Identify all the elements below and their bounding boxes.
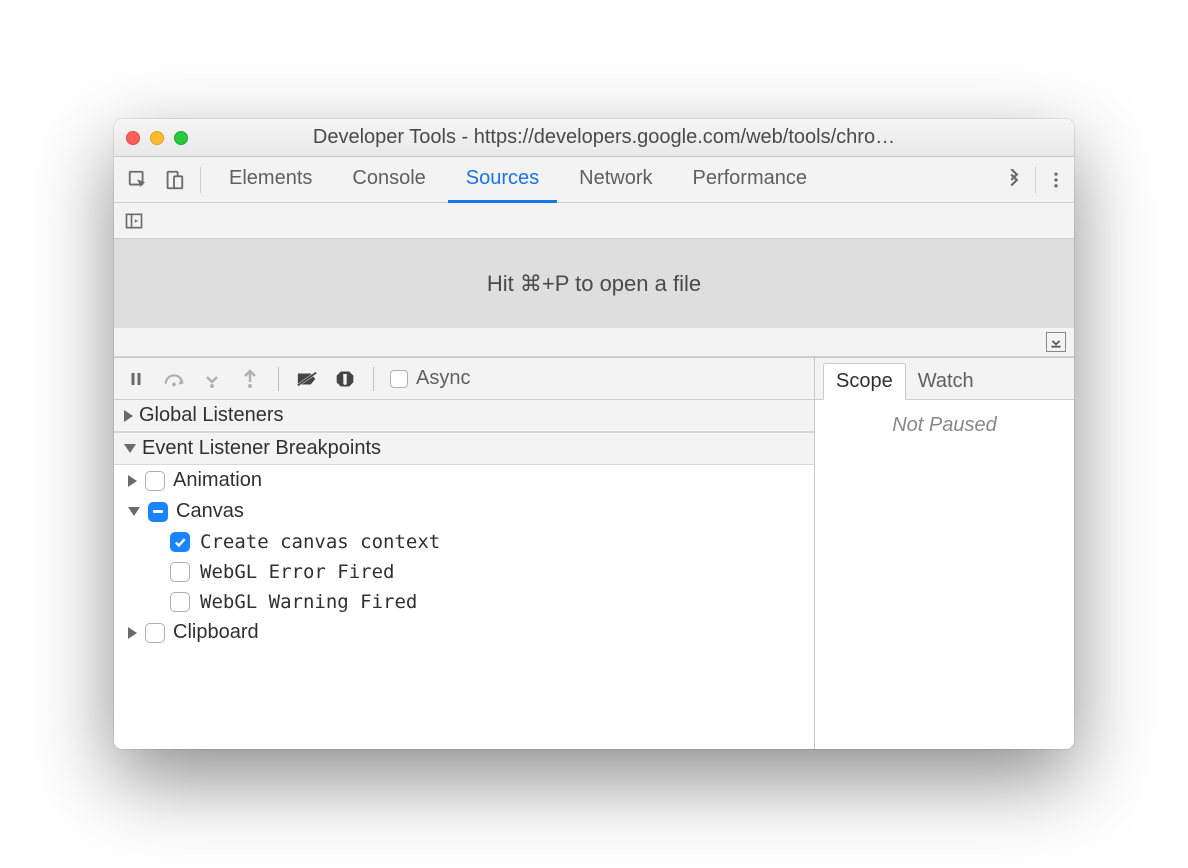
- animation-checkbox[interactable]: [145, 471, 165, 491]
- tab-watch[interactable]: Watch: [906, 364, 986, 399]
- breakpoint-create-canvas-context[interactable]: Create canvas context: [114, 527, 814, 557]
- right-tabs: Scope Watch: [815, 358, 1074, 400]
- async-checkbox[interactable]: [390, 370, 408, 388]
- zoom-window-button[interactable]: [174, 131, 188, 145]
- async-checkbox-group[interactable]: Async: [390, 367, 470, 390]
- category-label: Canvas: [176, 500, 244, 523]
- editor-hint-area: Hit ⌘+P to open a file: [114, 239, 1074, 357]
- minimize-window-button[interactable]: [150, 131, 164, 145]
- step-over-icon[interactable]: [162, 367, 186, 391]
- clipboard-checkbox[interactable]: [145, 623, 165, 643]
- device-toggle-icon[interactable]: [158, 164, 190, 196]
- sources-subtoolbar: [114, 203, 1074, 239]
- breakpoints-tree: Global Listeners Event Listener Breakpoi…: [114, 400, 814, 749]
- debug-separator-1: [278, 367, 279, 391]
- inspect-element-icon[interactable]: [122, 164, 154, 196]
- drawer-toggle-icon[interactable]: [1046, 332, 1066, 352]
- window-title: Developer Tools - https://developers.goo…: [206, 126, 1062, 149]
- create-canvas-context-checkbox[interactable]: [170, 532, 190, 552]
- titlebar: Developer Tools - https://developers.goo…: [114, 119, 1074, 157]
- pause-script-icon[interactable]: [124, 367, 148, 391]
- close-window-button[interactable]: [126, 131, 140, 145]
- deactivate-breakpoints-icon[interactable]: [295, 367, 319, 391]
- section-label: Global Listeners: [139, 404, 284, 427]
- section-label: Event Listener Breakpoints: [142, 437, 381, 460]
- debug-separator-2: [373, 367, 374, 391]
- tab-elements[interactable]: Elements: [211, 157, 330, 203]
- traffic-lights: [126, 131, 188, 145]
- step-out-icon[interactable]: [238, 367, 262, 391]
- breakpoint-label: Create canvas context: [200, 531, 440, 553]
- settings-kebab-icon[interactable]: [1046, 170, 1066, 190]
- step-into-icon[interactable]: [200, 367, 224, 391]
- main-tabbar: Elements Console Sources Network Perform…: [114, 157, 1074, 203]
- tabbar-divider: [200, 167, 201, 193]
- debug-toolbar: Async: [114, 358, 814, 400]
- category-animation[interactable]: Animation: [114, 465, 814, 496]
- tab-network[interactable]: Network: [561, 157, 670, 203]
- scope-body: Not Paused: [815, 400, 1074, 749]
- devtools-window: Developer Tools - https://developers.goo…: [114, 119, 1074, 749]
- breakpoint-webgl-warning-fired[interactable]: WebGL Warning Fired: [114, 587, 814, 617]
- collapse-icon[interactable]: [128, 507, 140, 516]
- expand-icon[interactable]: [128, 627, 137, 639]
- expand-icon: [124, 410, 133, 422]
- tab-console[interactable]: Console: [334, 157, 443, 203]
- debugger-right-pane: Scope Watch Not Paused: [814, 358, 1074, 749]
- tab-performance[interactable]: Performance: [675, 157, 826, 203]
- category-canvas[interactable]: Canvas: [114, 496, 814, 527]
- breakpoint-label: WebGL Warning Fired: [200, 591, 417, 613]
- open-file-hint: Hit ⌘+P to open a file: [114, 239, 1074, 328]
- more-tabs-icon[interactable]: [1003, 169, 1025, 191]
- collapse-icon: [124, 444, 136, 453]
- tabbar-divider-2: [1035, 167, 1036, 193]
- sources-content: Async Global Listeners Event Listener Br…: [114, 357, 1074, 749]
- hint-strip: [114, 328, 1074, 356]
- pause-on-exceptions-icon[interactable]: [333, 367, 357, 391]
- category-label: Clipboard: [173, 621, 259, 644]
- tab-sources[interactable]: Sources: [448, 157, 557, 203]
- category-clipboard[interactable]: Clipboard: [114, 617, 814, 648]
- webgl-error-checkbox[interactable]: [170, 562, 190, 582]
- category-label: Animation: [173, 469, 262, 492]
- webgl-warning-checkbox[interactable]: [170, 592, 190, 612]
- async-label: Async: [416, 367, 470, 390]
- breakpoint-webgl-error-fired[interactable]: WebGL Error Fired: [114, 557, 814, 587]
- section-event-listener-breakpoints[interactable]: Event Listener Breakpoints: [114, 432, 814, 465]
- expand-icon[interactable]: [128, 475, 137, 487]
- show-navigator-icon[interactable]: [122, 209, 146, 233]
- breakpoint-label: WebGL Error Fired: [200, 561, 394, 583]
- tab-scope[interactable]: Scope: [823, 363, 906, 400]
- section-global-listeners[interactable]: Global Listeners: [114, 400, 814, 432]
- canvas-checkbox[interactable]: [148, 502, 168, 522]
- debugger-left-pane: Async Global Listeners Event Listener Br…: [114, 358, 814, 749]
